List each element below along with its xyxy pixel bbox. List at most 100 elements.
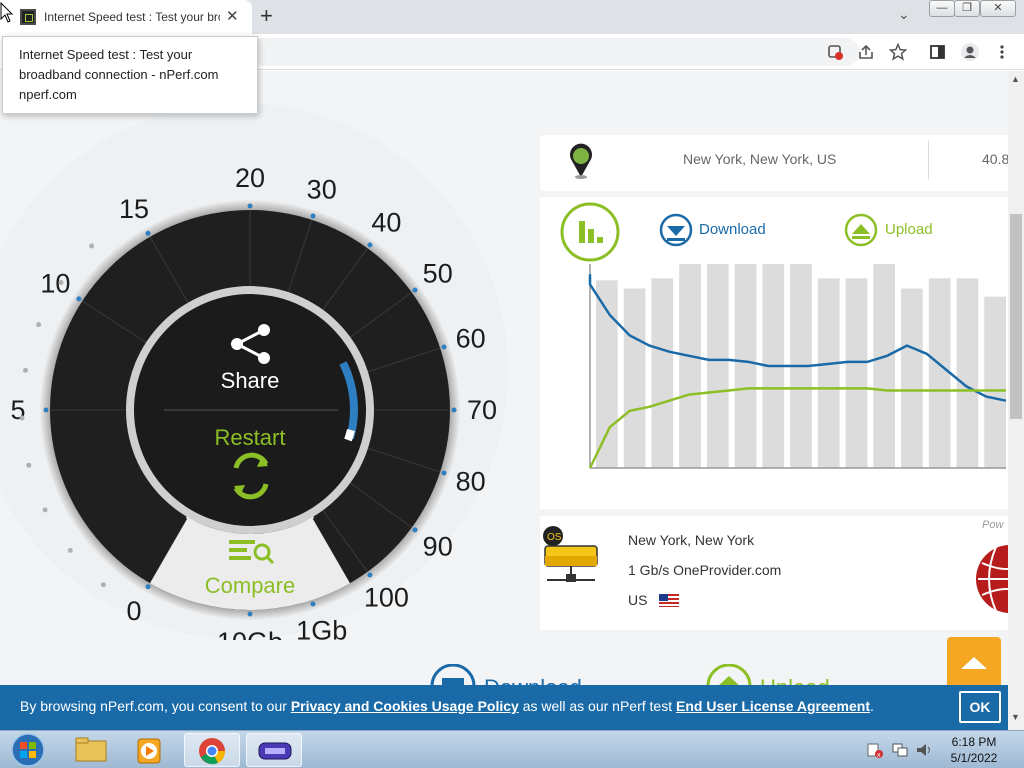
bookmark-star-icon[interactable] <box>889 43 907 61</box>
globe-logo-icon <box>976 545 1008 613</box>
us-flag-icon <box>659 594 679 607</box>
gauge-tick-marker <box>412 527 418 533</box>
gauge-tick-label: 5 <box>10 395 25 425</box>
cookie-suffix: . <box>870 698 874 714</box>
speed-line-chart <box>588 264 1007 469</box>
scroll-up-icon <box>961 657 987 669</box>
upload-legend-label: Upload <box>885 221 933 238</box>
gauge-tick-label: 40 <box>371 207 401 237</box>
volume-icon[interactable] <box>914 741 932 759</box>
gauge-tick-marker <box>367 572 373 578</box>
gauge-tick-marker <box>451 407 457 413</box>
stats-chart-icon[interactable] <box>559 201 621 263</box>
windows-taskbar: x 6:18 PM 5/1/2022 <box>0 730 1024 768</box>
scroll-up-arrow-icon[interactable]: ▲ <box>1011 74 1020 84</box>
location-coordinate: 40.8 <box>982 151 1010 167</box>
share-page-icon[interactable] <box>857 43 875 61</box>
media-player-icon <box>137 738 161 764</box>
gauge-tick-label: 1Gb <box>296 616 347 640</box>
gauge-tick-label: 30 <box>307 174 337 204</box>
chart-bar <box>984 296 1006 468</box>
gauge-tick-label: 100 <box>364 583 409 613</box>
gauge-tick-label: 0 <box>126 596 141 626</box>
server-city: New York, New York <box>628 532 755 548</box>
side-panel-icon[interactable] <box>929 43 947 61</box>
browser-tab[interactable]: Internet Speed test : Test your broadban… <box>0 0 252 34</box>
gauge-tick-marker <box>441 470 447 476</box>
lower-upload-icon <box>706 664 752 686</box>
powered-by-label: Pow <box>982 519 1004 531</box>
scroll-top-button[interactable] <box>947 637 1001 689</box>
privacy-policy-link[interactable]: Privacy and Cookies Usage Policy <box>291 698 519 714</box>
profile-avatar-icon[interactable] <box>960 42 980 62</box>
folder-icon <box>75 737 107 762</box>
taskbar-media-player[interactable] <box>124 733 180 767</box>
gauge-tick-label: 10 <box>40 269 70 299</box>
clock-date: 5/1/2022 <box>950 751 998 765</box>
blocked-popup-icon[interactable] <box>826 43 844 61</box>
location-divider <box>928 140 929 180</box>
address-bar[interactable] <box>250 38 860 66</box>
gauge-tick-marker <box>76 296 82 302</box>
chart-bar <box>623 288 646 468</box>
gauge-tick-label: 60 <box>456 323 486 353</box>
server-os-icon: OS <box>543 526 598 582</box>
taskbar-chrome[interactable] <box>184 733 240 767</box>
taskbar-explorer[interactable] <box>64 733 120 767</box>
network-icon[interactable] <box>891 741 909 759</box>
tab-search-chevron-icon[interactable]: ⌄ <box>898 6 910 23</box>
server-provider: 1 Gb/s OneProvider.com <box>628 562 782 578</box>
gauge-tick-label: 10Gb <box>217 627 283 640</box>
gauge-tick-label: 90 <box>423 531 453 561</box>
maximize-button[interactable]: ❐ <box>954 0 980 17</box>
start-button-icon[interactable] <box>2 732 46 768</box>
new-tab-button[interactable]: + <box>260 3 273 29</box>
cookie-middle: as well as our nPerf test <box>518 698 676 714</box>
location-text: New York, New York, US <box>683 151 837 167</box>
server-country: US <box>628 592 648 608</box>
taskbar-app[interactable] <box>246 733 302 767</box>
cookie-prefix: By browsing nPerf.com, you consent to ou… <box>20 698 291 714</box>
gauge-tick-marker <box>43 407 49 413</box>
eula-link[interactable]: End User License Agreement <box>676 698 870 714</box>
chart-bar <box>706 264 729 468</box>
restart-label[interactable]: Restart <box>215 425 286 450</box>
tooltip-title-line1: Internet Speed test : Test your <box>19 47 193 62</box>
cookie-text: By browsing nPerf.com, you consent to ou… <box>20 698 874 714</box>
close-window-button[interactable]: ✕ <box>980 0 1016 17</box>
gauge-tick-label: 50 <box>423 259 453 289</box>
gauge-tick-marker <box>247 203 253 209</box>
tab-close-icon[interactable]: ✕ <box>226 7 239 25</box>
action-center-icon[interactable]: x <box>866 741 884 759</box>
browser-menu-icon[interactable] <box>996 43 1008 61</box>
tab-hover-tooltip: Internet Speed test : Test your broadban… <box>2 36 258 114</box>
scrollbar-thumb[interactable] <box>1010 214 1022 419</box>
chart-bar <box>928 278 951 468</box>
gauge-tick-label: 70 <box>467 395 497 425</box>
gauge-tick-marker <box>310 213 316 219</box>
gauge-tick-label: 20 <box>235 163 265 193</box>
gauge-tick-marker <box>441 344 447 350</box>
gauge-tick-marker <box>367 242 373 248</box>
chrome-icon <box>199 738 226 765</box>
scroll-down-arrow-icon[interactable]: ▼ <box>1011 712 1020 722</box>
browser-tab-bar: Internet Speed test : Test your broadban… <box>0 0 1024 34</box>
chart-bar <box>956 278 979 468</box>
chart-bar <box>817 278 840 468</box>
taskbar-clock[interactable]: 6:18 PM 5/1/2022 <box>944 734 1004 766</box>
share-label[interactable]: Share <box>221 368 280 393</box>
gauge-tick-marker <box>247 611 253 617</box>
compare-label[interactable]: Compare <box>205 573 295 598</box>
tooltip-domain: nperf.com <box>19 87 77 102</box>
app-icon <box>258 742 292 760</box>
chart-bar <box>651 278 674 468</box>
svg-text:OS: OS <box>547 532 562 543</box>
gauge-tick-label: 80 <box>456 467 486 497</box>
minimize-button[interactable]: — <box>929 0 955 17</box>
chart-bar <box>873 264 896 468</box>
cookie-ok-button[interactable]: OK <box>959 691 1001 723</box>
gauge-tick-label: 15 <box>119 194 149 224</box>
chart-bar <box>845 278 868 468</box>
location-pin-icon <box>570 143 592 179</box>
chart-bar <box>901 288 923 468</box>
